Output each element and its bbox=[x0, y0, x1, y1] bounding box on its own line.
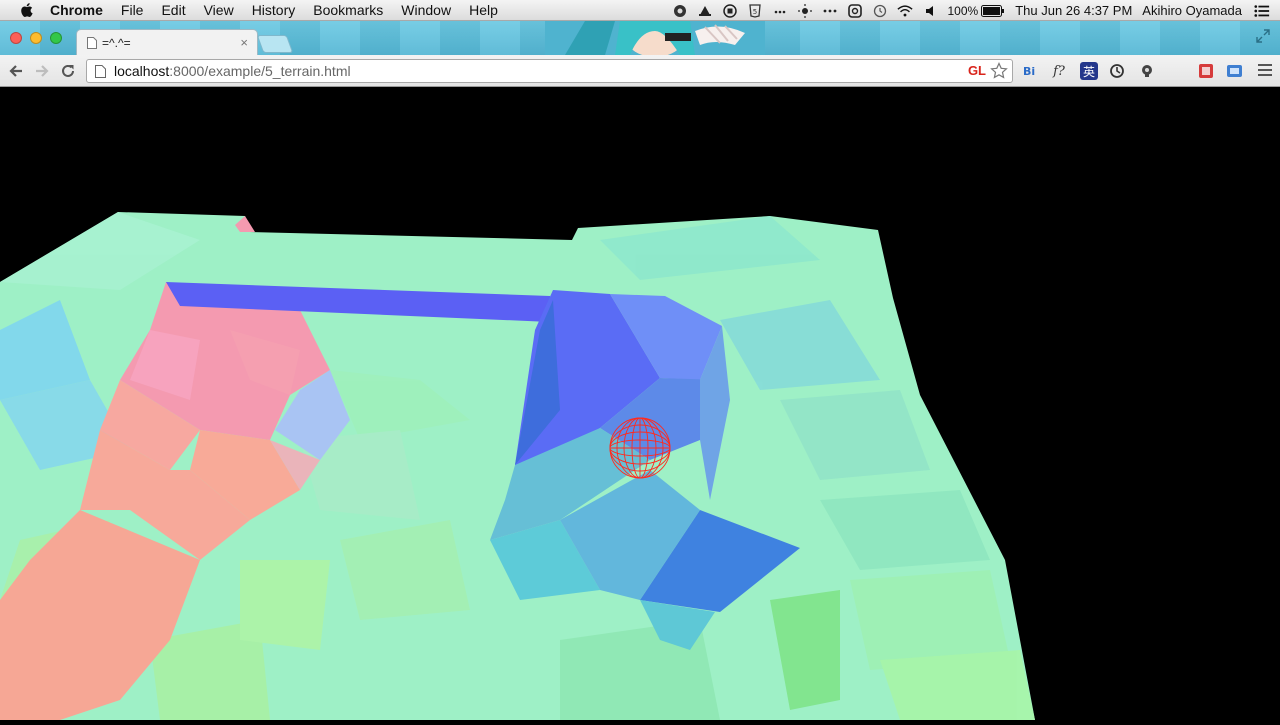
translate-extension-icon[interactable]: 英 bbox=[1080, 62, 1098, 80]
menu-help[interactable]: Help bbox=[469, 2, 498, 18]
battery-status[interactable]: 100% bbox=[948, 4, 1006, 18]
back-button[interactable] bbox=[7, 62, 25, 80]
theme-character-artwork bbox=[545, 21, 765, 55]
battery-icon bbox=[981, 4, 1005, 17]
menu-bookmarks[interactable]: Bookmarks bbox=[313, 2, 383, 18]
url-host: localhost bbox=[114, 63, 170, 79]
forward-button[interactable] bbox=[33, 62, 51, 80]
menubar-user[interactable]: Akihiro Oyamada bbox=[1142, 3, 1242, 18]
svg-text:Bi: Bi bbox=[1023, 65, 1035, 78]
evernote-icon[interactable] bbox=[672, 3, 688, 19]
tab-close-icon[interactable]: × bbox=[240, 35, 248, 50]
time-machine-icon[interactable] bbox=[872, 3, 888, 19]
webgl-canvas[interactable] bbox=[0, 88, 1280, 720]
browser-toolbar: localhost:8000/example/5_terrain.html GL… bbox=[0, 55, 1280, 87]
menubar-clock[interactable]: Thu Jun 26 4:37 PM bbox=[1015, 3, 1132, 18]
search-ring-icon[interactable] bbox=[847, 3, 863, 19]
html5-icon[interactable]: 5 bbox=[747, 3, 763, 19]
page-info-icon[interactable] bbox=[95, 64, 106, 78]
menu-history[interactable]: History bbox=[252, 2, 296, 18]
red-extension-icon[interactable] bbox=[1197, 62, 1215, 80]
window-controls bbox=[10, 32, 70, 44]
apple-logo-icon[interactable] bbox=[18, 1, 36, 19]
brightness-icon[interactable] bbox=[797, 3, 813, 19]
svg-text:5: 5 bbox=[752, 8, 756, 16]
address-bar[interactable]: localhost:8000/example/5_terrain.html GL bbox=[86, 59, 1013, 83]
macos-menu-bar: Chrome File Edit View History Bookmarks … bbox=[0, 0, 1280, 21]
bookmark-star-icon[interactable] bbox=[990, 62, 1008, 80]
tab-strip: =^.^= × bbox=[0, 21, 1280, 55]
screenshot-extension-icon[interactable] bbox=[1226, 62, 1244, 80]
reload-icon bbox=[62, 64, 74, 77]
timer-extension-icon[interactable] bbox=[1108, 62, 1126, 80]
battery-percent: 100% bbox=[947, 3, 979, 18]
menu-file[interactable]: File bbox=[121, 2, 144, 18]
menu-view[interactable]: View bbox=[204, 2, 234, 18]
browser-tab[interactable]: =^.^= × bbox=[76, 29, 258, 55]
back-arrow-icon bbox=[9, 65, 22, 77]
wifi-icon[interactable] bbox=[896, 3, 913, 19]
url-path: :8000/example/5_terrain.html bbox=[169, 63, 351, 79]
red-wireframe-sphere bbox=[609, 417, 671, 479]
alfred-hat-icon[interactable] bbox=[697, 3, 713, 19]
reload-button[interactable] bbox=[59, 62, 77, 80]
dots-icon[interactable] bbox=[822, 3, 838, 19]
notification-center-icon[interactable] bbox=[1254, 3, 1270, 19]
close-window-button[interactable] bbox=[10, 32, 22, 44]
record-icon[interactable] bbox=[722, 3, 738, 19]
webgl-badge[interactable]: GL bbox=[968, 63, 986, 78]
chat-bubbles-icon[interactable] bbox=[772, 3, 788, 19]
minimize-window-button[interactable] bbox=[30, 32, 42, 44]
tab-title: =^.^= bbox=[102, 35, 131, 50]
volume-icon[interactable] bbox=[922, 3, 938, 19]
status-area: 5 100% Thu Jun 26 4:37 PM Akihiro Oyamad… bbox=[663, 0, 1271, 21]
terrain-scene bbox=[0, 212, 1035, 720]
page-icon bbox=[87, 36, 97, 49]
menu-window[interactable]: Window bbox=[401, 2, 451, 18]
menu-edit[interactable]: Edit bbox=[161, 2, 185, 18]
bing-extension-icon[interactable]: Bi bbox=[1022, 62, 1040, 80]
new-tab-button[interactable] bbox=[256, 35, 294, 53]
lightbulb-extension-icon[interactable] bbox=[1138, 62, 1156, 80]
fullscreen-icon[interactable] bbox=[1256, 29, 1270, 43]
formula-extension-icon[interactable]: f? bbox=[1050, 62, 1068, 80]
app-menu-chrome[interactable]: Chrome bbox=[50, 2, 103, 18]
forward-arrow-icon bbox=[36, 65, 49, 77]
chrome-menu-icon[interactable] bbox=[1258, 64, 1272, 76]
zoom-window-button[interactable] bbox=[50, 32, 62, 44]
